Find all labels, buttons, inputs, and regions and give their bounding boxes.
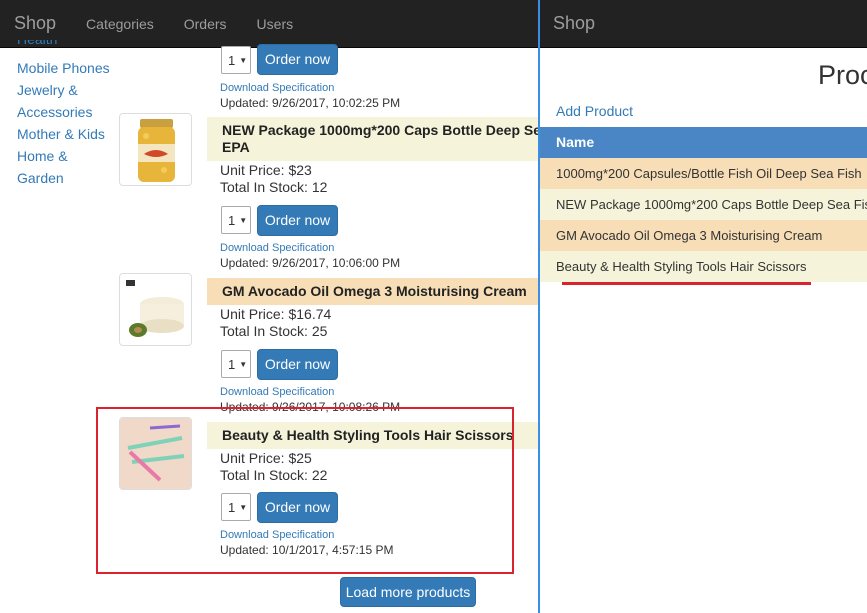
unit-price: Unit Price: $23: [220, 162, 312, 178]
top-navbar: Shop Categories Orders Users: [0, 0, 538, 48]
top-navbar: Shop: [540, 0, 867, 48]
admin-window: Shop Proc Add Product Name 1000mg*200 Ca…: [540, 0, 867, 613]
product-title[interactable]: NEW Package 1000mg*200 Caps Bottle Deep …: [207, 117, 538, 161]
table-row[interactable]: NEW Package 1000mg*200 Caps Bottle Deep …: [540, 189, 867, 220]
sidebar-item-mobile-phones[interactable]: Mobile Phones: [17, 57, 117, 79]
highlight-underline: [562, 282, 811, 285]
page-title: Proc: [818, 60, 867, 90]
load-more-button[interactable]: Load more products: [340, 577, 476, 607]
sidebar-item-mother-kids[interactable]: Mother & Kids: [17, 123, 117, 145]
table-row[interactable]: GM Avocado Oil Omega 3 Moisturising Crea…: [540, 220, 867, 251]
order-now-button[interactable]: Order now: [257, 349, 338, 380]
download-specification-link[interactable]: Download Specification: [220, 242, 334, 255]
fish-oil-bottle-image[interactable]: [119, 113, 192, 186]
add-product-link[interactable]: Add Product: [556, 103, 633, 119]
download-specification-link[interactable]: Download Specification: [220, 82, 334, 95]
brand-link[interactable]: Shop: [540, 13, 610, 34]
caret-down-icon: ▼: [239, 55, 248, 65]
table-header-name[interactable]: Name: [540, 127, 867, 158]
product-title[interactable]: GM Avocado Oil Omega 3 Moisturising Crea…: [207, 278, 538, 305]
caret-down-icon: ▼: [239, 215, 248, 225]
quantity-select[interactable]: 1 ▼: [221, 46, 251, 74]
updated-timestamp: Updated: 9/26/2017, 10:06:00 PM: [220, 256, 401, 270]
unit-price: Unit Price: $16.74: [220, 306, 332, 322]
updated-timestamp: Updated: 9/26/2017, 10:02:25 PM: [220, 96, 401, 110]
stock-count: Total In Stock: 25: [220, 323, 328, 339]
order-now-button[interactable]: Order now: [257, 44, 338, 75]
highlight-box: [96, 407, 514, 574]
category-sidebar: Mobile Phones Jewelry & Accessories Moth…: [17, 57, 117, 189]
cream-jar-image[interactable]: [119, 273, 192, 346]
caret-down-icon: ▼: [239, 359, 248, 369]
nav-categories[interactable]: Categories: [71, 16, 169, 32]
sidebar-item-health-partial[interactable]: Health: [17, 40, 57, 50]
sidebar-item-accessories[interactable]: Accessories: [17, 101, 117, 123]
nav-users[interactable]: Users: [242, 16, 309, 32]
sidebar-item-home[interactable]: Home &: [17, 145, 117, 167]
sidebar-item-jewelry[interactable]: Jewelry &: [17, 79, 117, 101]
download-specification-link[interactable]: Download Specification: [220, 386, 334, 399]
nav-orders[interactable]: Orders: [169, 16, 242, 32]
stock-count: Total In Stock: 12: [220, 179, 328, 195]
sidebar-item-garden[interactable]: Garden: [17, 167, 117, 189]
products-table: Name 1000mg*200 Capsules/Bottle Fish Oil…: [540, 127, 867, 282]
quantity-select[interactable]: 1 ▼: [221, 350, 251, 378]
shop-window: Shop Categories Orders Users Health Mobi…: [0, 0, 538, 613]
table-row[interactable]: 1000mg*200 Capsules/Bottle Fish Oil Deep…: [540, 158, 867, 189]
quantity-select[interactable]: 1 ▼: [221, 206, 251, 234]
brand-link[interactable]: Shop: [0, 13, 71, 34]
table-row[interactable]: Beauty & Health Styling Tools Hair Sciss…: [540, 251, 867, 282]
order-now-button[interactable]: Order now: [257, 205, 338, 236]
